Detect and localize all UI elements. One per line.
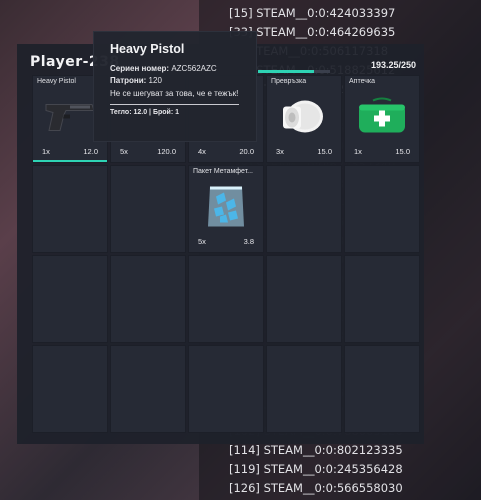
serial-label: Сериен номер: xyxy=(110,64,170,73)
inventory-slot[interactable] xyxy=(110,255,186,343)
steam-list-row: [119] STEAM__0:0:245356428 xyxy=(229,462,403,476)
ammo-value: 120 xyxy=(148,76,162,85)
weight-readout: 193.25/250 xyxy=(370,60,416,70)
slot-item-weight: 12.0 xyxy=(83,147,98,156)
bandage-icon xyxy=(281,97,327,142)
slot-item-name: Пакет Метамфет... xyxy=(193,168,253,175)
inventory-slot[interactable] xyxy=(110,345,186,433)
slot-item-weight: 15.0 xyxy=(317,147,332,156)
tooltip-divider xyxy=(110,104,239,105)
steam-list-row: [126] STEAM__0:0:566558030 xyxy=(229,481,403,495)
tooltip-serial: Сериен номер: AZC562AZC xyxy=(110,63,256,75)
inventory-slot[interactable]: Пакет Метамфет... 5x 3.8 xyxy=(188,165,264,253)
slot-item-name: Heavy Pistol xyxy=(37,78,76,85)
inventory-slot[interactable] xyxy=(344,165,420,253)
inventory-slot[interactable] xyxy=(188,345,264,433)
slot-item-count: 4x xyxy=(198,147,206,156)
inventory-slot[interactable] xyxy=(344,345,420,433)
slot-item-count: 5x xyxy=(120,147,128,156)
inventory-slot[interactable] xyxy=(110,165,186,253)
inventory-slot[interactable] xyxy=(32,345,108,433)
serial-value: AZC562AZC xyxy=(171,64,217,73)
slot-item-count: 3x xyxy=(276,147,284,156)
inventory-slot[interactable] xyxy=(266,255,342,343)
item-tooltip: Heavy Pistol Сериен номер: AZC562AZC Пат… xyxy=(93,31,257,142)
slot-item-count: 1x xyxy=(42,147,50,156)
slot-item-count: 5x xyxy=(198,237,206,246)
inventory-slot[interactable] xyxy=(32,255,108,343)
weight-progress-bar xyxy=(258,70,330,73)
weight-progress-fill xyxy=(258,70,314,73)
tooltip-footer: Тегло: 12.0 | Брой: 1 xyxy=(110,109,179,116)
slot-selected-indicator xyxy=(33,160,107,162)
inventory-slot[interactable] xyxy=(32,165,108,253)
inventory-slot[interactable] xyxy=(266,345,342,433)
slot-item-name: Превръзка xyxy=(271,78,307,85)
slot-item-weight: 3.8 xyxy=(243,237,254,246)
ammo-label: Патрони: xyxy=(110,76,147,85)
tooltip-ammo: Патрони: 120 xyxy=(110,75,256,87)
inventory-slot[interactable] xyxy=(266,165,342,253)
slot-item-weight: 120.0 xyxy=(157,147,176,156)
inventory-slot[interactable]: Аптечка 1x 15.0 xyxy=(344,75,420,163)
slot-item-weight: 15.0 xyxy=(395,147,410,156)
steam-list-row: [15] STEAM__0:0:424033397 xyxy=(229,6,396,20)
medkit-icon xyxy=(355,97,409,142)
tooltip-title: Heavy Pistol xyxy=(110,42,185,56)
slot-item-count: 1x xyxy=(354,147,362,156)
inventory-slot[interactable] xyxy=(188,255,264,343)
slot-item-name: Аптечка xyxy=(349,78,376,85)
pistol-icon xyxy=(40,97,100,142)
meth-bag-icon xyxy=(202,183,250,236)
inventory-slot[interactable]: Превръзка 3x 15.0 xyxy=(266,75,342,163)
slot-item-weight: 20.0 xyxy=(239,147,254,156)
inventory-slot[interactable] xyxy=(344,255,420,343)
tooltip-description: Не се шегуват за това, че е тежък! xyxy=(110,89,239,98)
